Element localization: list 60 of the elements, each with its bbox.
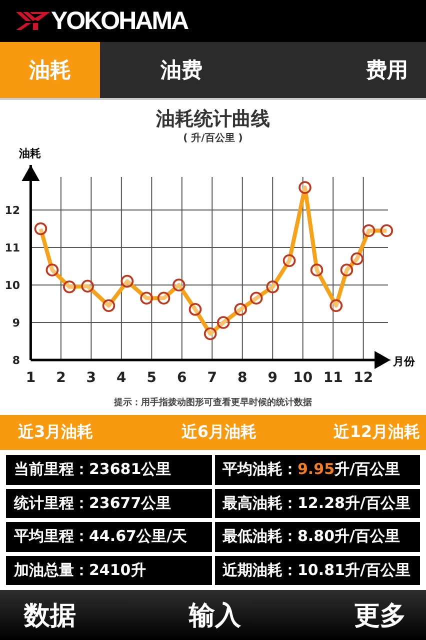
stat-text: 平均里程：44.67公里/天 [14,527,187,546]
stat-text: 平均油耗：9.95升/百公里 [222,460,400,480]
stat-text: 当前里程：23681公里 [14,460,172,480]
data-point [266,280,280,294]
stat-text: 最高油耗：12.28升/百公里 [222,494,410,513]
stat-text: 统计里程：23677公里 [14,494,172,513]
stat-text: 近期油耗：10.81升/百公里 [222,560,410,580]
data-point [362,224,376,238]
chart-subtitle: ( 升/百公里 ) [183,132,243,145]
logo-icon [16,10,50,32]
data-point [250,292,263,305]
axis-title: 油耗 [19,147,41,160]
data-point [298,181,312,194]
axis-tick-label: 7 [207,370,218,386]
data-point [330,299,343,312]
data-point [234,302,247,316]
data-point [46,264,59,276]
axis-tick-label: 8 [12,354,20,367]
axis-tick-label: 12 [4,204,20,217]
stat-text: 最低油耗：8.80升/百公里 [222,527,400,546]
chart-title: 油耗统计曲线 [156,107,270,132]
data-point [188,302,202,316]
axis-tick-label: 5 [146,370,157,386]
data-point [350,252,364,266]
data-point [380,224,394,238]
axis-tick-label: 1 [26,370,36,386]
axis-tick-label: 12 [354,370,374,386]
data-point [102,299,116,312]
axis-tick-label: 10 [293,370,313,386]
tab[interactable]: 油费 [100,42,263,98]
data-point [34,222,48,236]
data-point [120,274,134,288]
data-point [282,254,296,268]
axis-tick-label: 8 [238,370,248,386]
axis-tick-label: 11 [4,242,20,254]
axis-tick-label: 9 [12,316,20,330]
data-point [216,316,230,329]
axis-tick-label: 2 [56,370,66,386]
axis-title: 月份 [393,355,415,368]
stat-text: 加油总量：2410升 [14,560,146,580]
nav-button[interactable]: 输入 [151,590,279,640]
axis-tick-label: 3 [86,370,96,386]
axis-tick-label: 11 [323,370,343,386]
tab[interactable]: 费用 [263,42,426,98]
nav-button[interactable]: 更多 [278,590,406,640]
data-point [204,327,217,340]
data-point [172,278,186,292]
data-point [81,280,94,293]
axis-tick-label: 4 [116,370,126,386]
axis-tick-label: 10 [4,279,20,292]
data-point [63,280,76,294]
hint-text: 提示：用手指拨动图形可查看更早时候的统计数据 [114,396,312,409]
nav-button[interactable]: 数据 [24,590,152,640]
data-point [340,264,354,276]
data-point [310,264,324,276]
axis-tick-label: 6 [177,370,187,386]
axis-tick-label: 9 [268,370,278,386]
data-point [157,292,170,305]
data-point [140,292,153,305]
logo-text: YOKOHAMA [51,6,188,36]
